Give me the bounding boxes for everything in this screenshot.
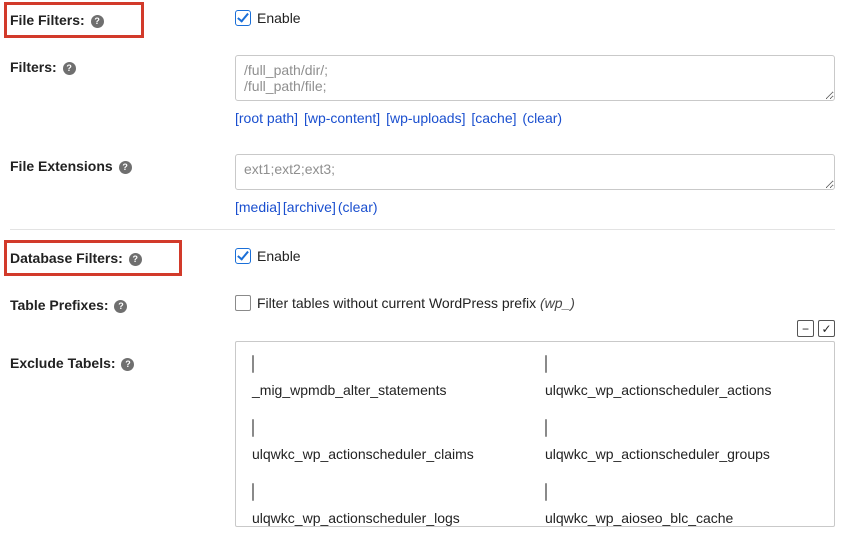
link-wp-uploads[interactable]: [wp-uploads] <box>386 110 465 126</box>
link-clear[interactable]: (clear) <box>522 110 562 126</box>
table-prefixes-label: Table Prefixes: ? <box>10 293 235 313</box>
checkbox-icon[interactable] <box>252 483 254 501</box>
link-media[interactable]: [media] <box>235 199 281 215</box>
table-item[interactable]: ulqwkc_wp_actionscheduler_claims <box>252 420 525 462</box>
database-filters-enable[interactable]: Enable <box>235 246 301 264</box>
table-name: ulqwkc_wp_actionscheduler_logs <box>252 510 525 526</box>
link-cache[interactable]: [cache] <box>471 110 516 126</box>
enable-label: Enable <box>257 248 301 264</box>
table-item[interactable]: ulqwkc_wp_actionscheduler_actions <box>545 356 818 398</box>
exclude-tables-box: _mig_wpmdb_alter_statements ulqwkc_wp_ac… <box>235 341 835 527</box>
checkbox-icon[interactable] <box>235 248 251 264</box>
table-item[interactable]: ulqwkc_wp_aioseo_blc_cache <box>545 484 818 526</box>
table-name: ulqwkc_wp_actionscheduler_actions <box>545 382 818 398</box>
filters-label: Filters: ? <box>10 55 235 75</box>
checkbox-icon[interactable] <box>545 419 547 437</box>
extensions-quicklinks: [media][archive](clear) <box>235 199 835 215</box>
help-icon[interactable]: ? <box>129 253 142 266</box>
table-item[interactable]: _mig_wpmdb_alter_statements <box>252 356 525 398</box>
filters-textarea[interactable] <box>235 55 835 101</box>
file-filters-enable[interactable]: Enable <box>235 8 301 26</box>
prefix-checkbox-label: Filter tables without current WordPress … <box>257 295 575 311</box>
table-item[interactable]: ulqwkc_wp_actionscheduler_logs <box>252 484 525 526</box>
help-icon[interactable]: ? <box>63 62 76 75</box>
help-icon[interactable]: ? <box>121 358 134 371</box>
link-clear[interactable]: (clear) <box>338 199 378 215</box>
link-wp-content[interactable]: [wp-content] <box>304 110 380 126</box>
link-archive[interactable]: [archive] <box>283 199 336 215</box>
exclude-tables-label: Exclude Tabels: ? <box>10 341 235 371</box>
check-all-button[interactable]: ✓ <box>818 320 835 337</box>
table-item[interactable]: ulqwkc_wp_actionscheduler_groups <box>545 420 818 462</box>
link-root-path[interactable]: [root path] <box>235 110 298 126</box>
checkbox-icon[interactable] <box>252 419 254 437</box>
checkbox-icon[interactable] <box>545 355 547 373</box>
file-filters-highlight: File Filters: ? <box>10 12 104 28</box>
checkbox-icon[interactable] <box>235 10 251 26</box>
help-icon[interactable]: ? <box>119 161 132 174</box>
collapse-all-button[interactable]: − <box>797 320 814 337</box>
database-filters-heading: Database Filters: <box>10 250 123 266</box>
file-filters-heading: File Filters: <box>10 12 85 28</box>
table-name: ulqwkc_wp_aioseo_blc_cache <box>545 510 818 526</box>
file-extensions-label: File Extensions ? <box>10 154 235 174</box>
table-name: _mig_wpmdb_alter_statements <box>252 382 525 398</box>
filters-quicklinks: [root path] [wp-content] [wp-uploads] [c… <box>235 110 835 126</box>
database-filters-highlight: Database Filters: ? <box>10 250 142 266</box>
help-icon[interactable]: ? <box>91 15 104 28</box>
file-extensions-textarea[interactable] <box>235 154 835 190</box>
checkbox-icon[interactable] <box>252 355 254 373</box>
table-name: ulqwkc_wp_actionscheduler_claims <box>252 446 525 462</box>
checkbox-icon[interactable] <box>545 483 547 501</box>
enable-label: Enable <box>257 10 301 26</box>
table-prefixes-checkbox[interactable]: Filter tables without current WordPress … <box>235 293 575 311</box>
table-name: ulqwkc_wp_actionscheduler_groups <box>545 446 818 462</box>
divider <box>10 229 835 230</box>
checkbox-icon[interactable] <box>235 295 251 311</box>
help-icon[interactable]: ? <box>114 300 127 313</box>
